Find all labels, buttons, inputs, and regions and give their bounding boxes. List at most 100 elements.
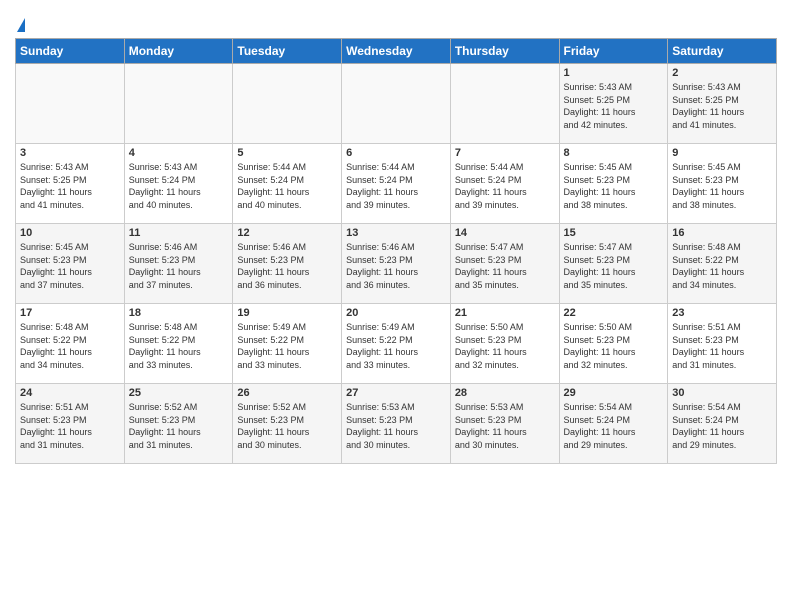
calendar-cell: 19 Sunrise: 5:49 AMSunset: 5:22 PMDayligh…: [233, 304, 342, 384]
day-number: 1: [564, 67, 664, 79]
day-number: 19: [237, 307, 337, 319]
cell-content: Sunrise: 5:48 AMSunset: 5:22 PMDaylight:…: [672, 241, 772, 291]
cell-content: Sunrise: 5:43 AMSunset: 5:24 PMDaylight:…: [129, 161, 229, 211]
day-number: 7: [455, 147, 555, 159]
calendar-cell: 3 Sunrise: 5:43 AMSunset: 5:25 PMDaylight…: [16, 144, 125, 224]
calendar-cell: [450, 64, 559, 144]
day-number: 5: [237, 147, 337, 159]
header-cell-sunday: Sunday: [16, 39, 125, 64]
cell-content: Sunrise: 5:49 AMSunset: 5:22 PMDaylight:…: [237, 321, 337, 371]
header-cell-monday: Monday: [124, 39, 233, 64]
calendar-table: SundayMondayTuesdayWednesdayThursdayFrid…: [15, 38, 777, 464]
calendar-week-3: 17Sunrise: 5:48 AMSunset: 5:22 PMDayligh…: [16, 304, 777, 384]
calendar-cell: 4 Sunrise: 5:43 AMSunset: 5:24 PMDaylight…: [124, 144, 233, 224]
calendar-cell: 27 Sunrise: 5:53 AMSunset: 5:23 PMDayligh…: [342, 384, 451, 464]
day-number: 3: [20, 147, 120, 159]
cell-content: Sunrise: 5:47 AMSunset: 5:23 PMDaylight:…: [564, 241, 664, 291]
cell-content: Sunrise: 5:43 AMSunset: 5:25 PMDaylight:…: [564, 81, 664, 131]
cell-content: Sunrise: 5:44 AMSunset: 5:24 PMDaylight:…: [346, 161, 446, 211]
day-number: 13: [346, 227, 446, 239]
cell-content: Sunrise: 5:43 AMSunset: 5:25 PMDaylight:…: [20, 161, 120, 211]
day-number: 25: [129, 387, 229, 399]
day-number: 14: [455, 227, 555, 239]
day-number: 20: [346, 307, 446, 319]
header-cell-friday: Friday: [559, 39, 668, 64]
day-number: 12: [237, 227, 337, 239]
calendar-cell: 25 Sunrise: 5:52 AMSunset: 5:23 PMDayligh…: [124, 384, 233, 464]
calendar-week-2: 10 Sunrise: 5:45 AMSunset: 5:23 PMDayligh…: [16, 224, 777, 304]
calendar-cell: 17Sunrise: 5:48 AMSunset: 5:22 PMDayligh…: [16, 304, 125, 384]
day-number: 29: [564, 387, 664, 399]
cell-content: Sunrise: 5:53 AMSunset: 5:23 PMDaylight:…: [346, 401, 446, 451]
cell-content: Sunrise: 5:48 AMSunset: 5:22 PMDaylight:…: [129, 321, 229, 371]
calendar-week-4: 24 Sunrise: 5:51 AMSunset: 5:23 PMDayligh…: [16, 384, 777, 464]
calendar-week-0: 1 Sunrise: 5:43 AMSunset: 5:25 PMDaylight…: [16, 64, 777, 144]
header-row: SundayMondayTuesdayWednesdayThursdayFrid…: [16, 39, 777, 64]
cell-content: Sunrise: 5:50 AMSunset: 5:23 PMDaylight:…: [564, 321, 664, 371]
day-number: 16: [672, 227, 772, 239]
day-number: 8: [564, 147, 664, 159]
calendar-header: SundayMondayTuesdayWednesdayThursdayFrid…: [16, 39, 777, 64]
calendar-cell: 21Sunrise: 5:50 AMSunset: 5:23 PMDayligh…: [450, 304, 559, 384]
header-cell-saturday: Saturday: [668, 39, 777, 64]
calendar-cell: 15 Sunrise: 5:47 AMSunset: 5:23 PMDayligh…: [559, 224, 668, 304]
day-number: 6: [346, 147, 446, 159]
day-number: 9: [672, 147, 772, 159]
header-cell-tuesday: Tuesday: [233, 39, 342, 64]
calendar-cell: 5 Sunrise: 5:44 AMSunset: 5:24 PMDaylight…: [233, 144, 342, 224]
cell-content: Sunrise: 5:52 AMSunset: 5:23 PMDaylight:…: [237, 401, 337, 451]
cell-content: Sunrise: 5:45 AMSunset: 5:23 PMDaylight:…: [672, 161, 772, 211]
cell-content: Sunrise: 5:45 AMSunset: 5:23 PMDaylight:…: [20, 241, 120, 291]
day-number: 26: [237, 387, 337, 399]
cell-content: Sunrise: 5:47 AMSunset: 5:23 PMDaylight:…: [455, 241, 555, 291]
calendar-body: 1 Sunrise: 5:43 AMSunset: 5:25 PMDaylight…: [16, 64, 777, 464]
cell-content: Sunrise: 5:53 AMSunset: 5:23 PMDaylight:…: [455, 401, 555, 451]
cell-content: Sunrise: 5:45 AMSunset: 5:23 PMDaylight:…: [564, 161, 664, 211]
calendar-cell: 26 Sunrise: 5:52 AMSunset: 5:23 PMDayligh…: [233, 384, 342, 464]
calendar-cell: 16 Sunrise: 5:48 AMSunset: 5:22 PMDayligh…: [668, 224, 777, 304]
calendar-cell: [233, 64, 342, 144]
cell-content: Sunrise: 5:54 AMSunset: 5:24 PMDaylight:…: [672, 401, 772, 451]
cell-content: Sunrise: 5:46 AMSunset: 5:23 PMDaylight:…: [346, 241, 446, 291]
calendar-cell: 24 Sunrise: 5:51 AMSunset: 5:23 PMDayligh…: [16, 384, 125, 464]
calendar-week-1: 3 Sunrise: 5:43 AMSunset: 5:25 PMDaylight…: [16, 144, 777, 224]
day-number: 2: [672, 67, 772, 79]
calendar-cell: 1 Sunrise: 5:43 AMSunset: 5:25 PMDaylight…: [559, 64, 668, 144]
day-number: 18: [129, 307, 229, 319]
calendar-cell: 28 Sunrise: 5:53 AMSunset: 5:23 PMDayligh…: [450, 384, 559, 464]
cell-content: Sunrise: 5:51 AMSunset: 5:23 PMDaylight:…: [20, 401, 120, 451]
cell-content: Sunrise: 5:49 AMSunset: 5:22 PMDaylight:…: [346, 321, 446, 371]
cell-content: Sunrise: 5:50 AMSunset: 5:23 PMDaylight:…: [455, 321, 555, 371]
day-number: 15: [564, 227, 664, 239]
logo: [15, 18, 25, 32]
day-number: 27: [346, 387, 446, 399]
calendar-cell: 23 Sunrise: 5:51 AMSunset: 5:23 PMDayligh…: [668, 304, 777, 384]
cell-content: Sunrise: 5:46 AMSunset: 5:23 PMDaylight:…: [129, 241, 229, 291]
cell-content: Sunrise: 5:44 AMSunset: 5:24 PMDaylight:…: [237, 161, 337, 211]
calendar-cell: 29 Sunrise: 5:54 AMSunset: 5:24 PMDayligh…: [559, 384, 668, 464]
cell-content: Sunrise: 5:43 AMSunset: 5:25 PMDaylight:…: [672, 81, 772, 131]
cell-content: Sunrise: 5:51 AMSunset: 5:23 PMDaylight:…: [672, 321, 772, 371]
day-number: 30: [672, 387, 772, 399]
calendar-cell: 11 Sunrise: 5:46 AMSunset: 5:23 PMDayligh…: [124, 224, 233, 304]
day-number: 4: [129, 147, 229, 159]
day-number: 23: [672, 307, 772, 319]
cell-content: Sunrise: 5:52 AMSunset: 5:23 PMDaylight:…: [129, 401, 229, 451]
calendar-cell: [124, 64, 233, 144]
page-header: [15, 10, 777, 32]
logo-triangle-icon: [17, 18, 25, 32]
day-number: 10: [20, 227, 120, 239]
cell-content: Sunrise: 5:54 AMSunset: 5:24 PMDaylight:…: [564, 401, 664, 451]
day-number: 22: [564, 307, 664, 319]
calendar-cell: 8 Sunrise: 5:45 AMSunset: 5:23 PMDaylight…: [559, 144, 668, 224]
calendar-cell: 10 Sunrise: 5:45 AMSunset: 5:23 PMDayligh…: [16, 224, 125, 304]
day-number: 11: [129, 227, 229, 239]
calendar-cell: 18 Sunrise: 5:48 AMSunset: 5:22 PMDayligh…: [124, 304, 233, 384]
calendar-cell: 12Sunrise: 5:46 AMSunset: 5:23 PMDayligh…: [233, 224, 342, 304]
cell-content: Sunrise: 5:44 AMSunset: 5:24 PMDaylight:…: [455, 161, 555, 211]
calendar-cell: 22 Sunrise: 5:50 AMSunset: 5:23 PMDayligh…: [559, 304, 668, 384]
day-number: 28: [455, 387, 555, 399]
calendar-cell: 30 Sunrise: 5:54 AMSunset: 5:24 PMDayligh…: [668, 384, 777, 464]
day-number: 24: [20, 387, 120, 399]
calendar-cell: 2 Sunrise: 5:43 AMSunset: 5:25 PMDaylight…: [668, 64, 777, 144]
